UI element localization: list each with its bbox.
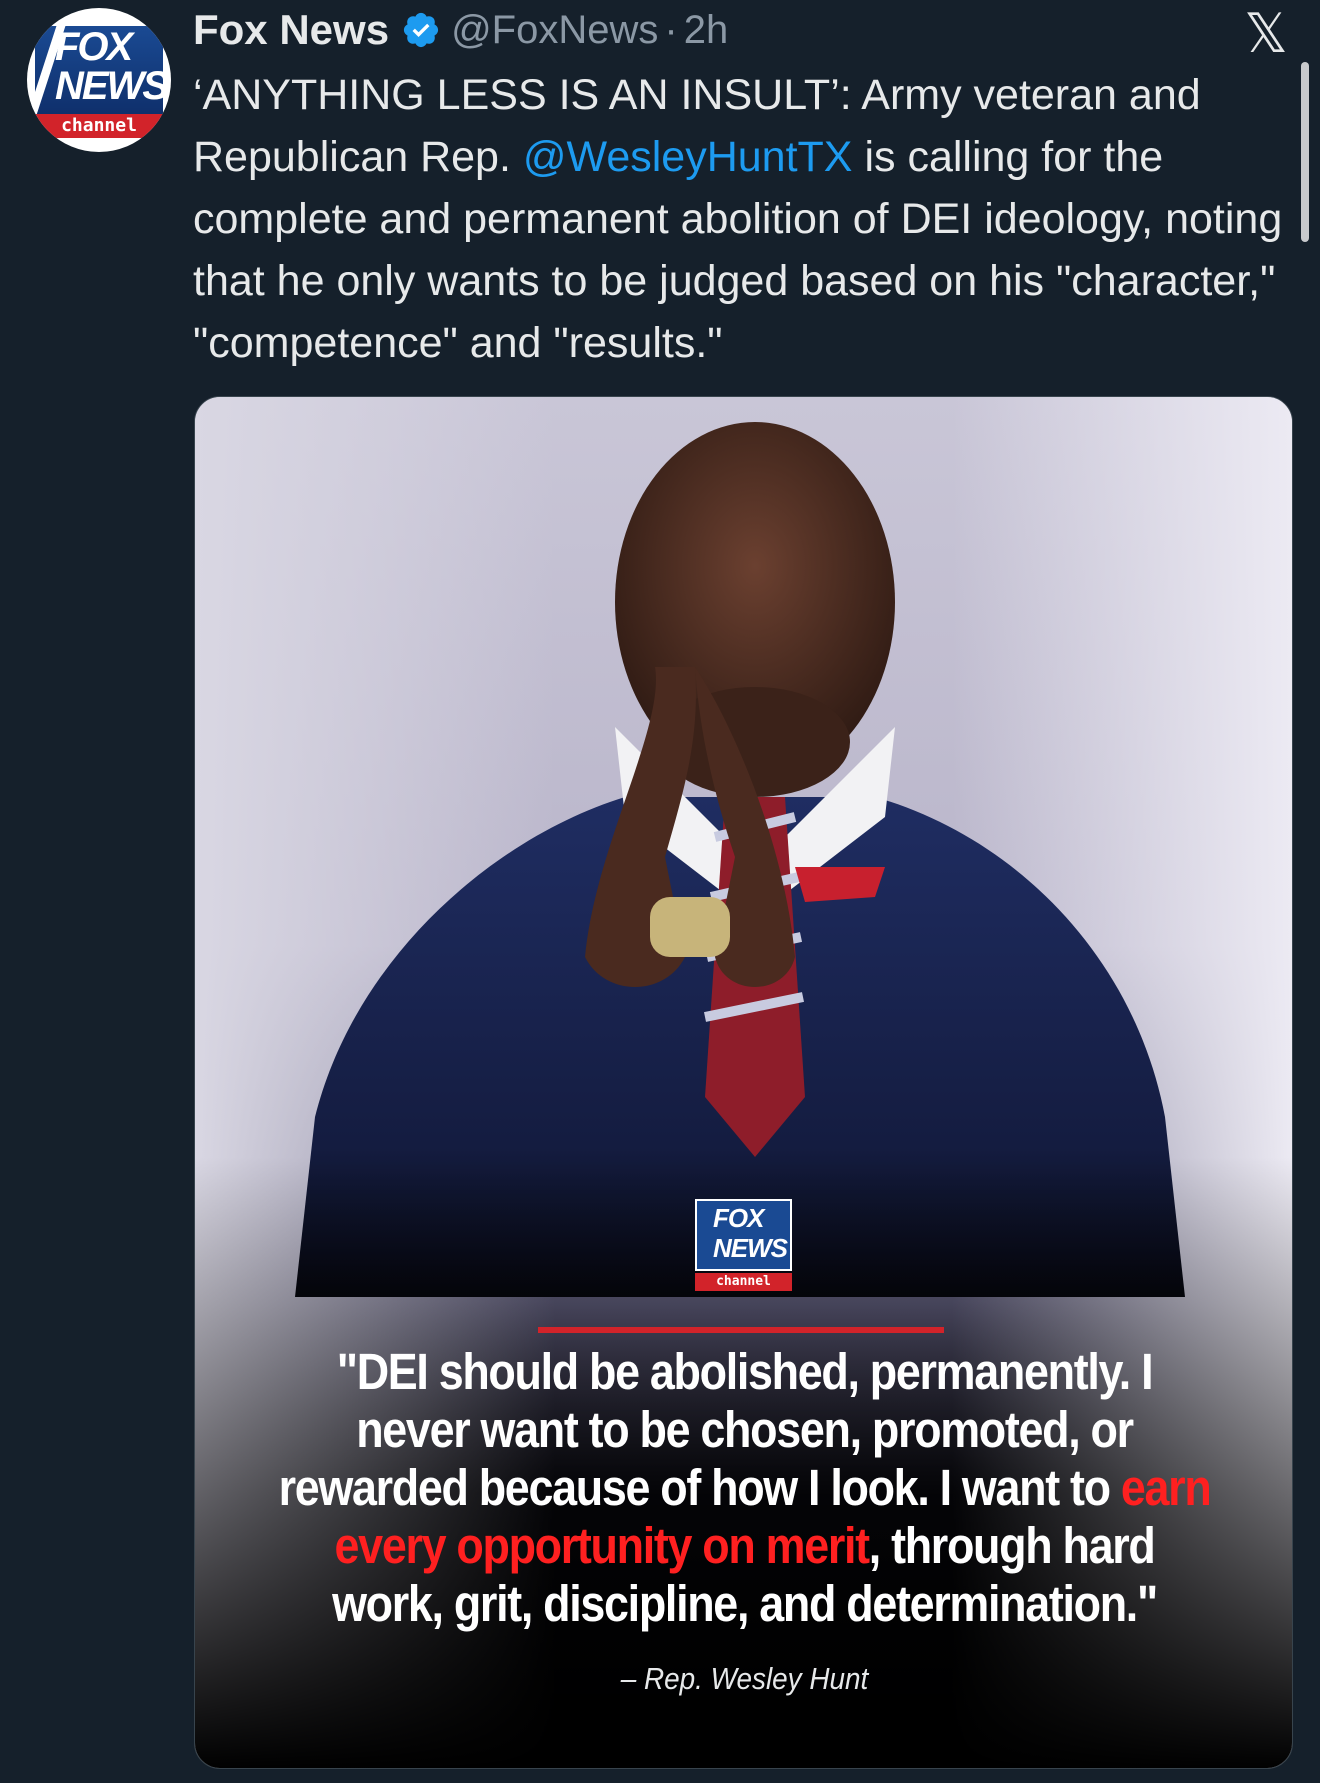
tweet-media-image[interactable]: FOX NEWS channel "DEI should be abolishe… bbox=[194, 396, 1293, 1769]
tweet-text: ‘ANYTHING LESS IS AN INSULT’: Army veter… bbox=[193, 64, 1303, 374]
watermark-logo-fox: FOX bbox=[713, 1203, 764, 1233]
x-logo-icon[interactable]: 𝕏 bbox=[1240, 7, 1292, 61]
pocket-square bbox=[795, 867, 885, 902]
image-quote: "DEI should be abolished, permanently. I… bbox=[278, 1343, 1212, 1633]
watermark-logo-news: NEWS bbox=[713, 1233, 788, 1263]
avatar-logo-channel: channel bbox=[35, 114, 163, 138]
watermark-logo-channel: channel bbox=[695, 1273, 792, 1291]
tweet-header: Fox News @FoxNews · 2h bbox=[193, 4, 728, 56]
author-avatar[interactable]: FOX NEWS channel bbox=[27, 8, 171, 152]
author-display-name[interactable]: Fox News bbox=[193, 6, 389, 54]
verified-badge-icon[interactable] bbox=[401, 10, 441, 50]
avatar-logo-news: NEWS bbox=[55, 64, 169, 108]
header-separator: · bbox=[664, 7, 678, 52]
quote-part1: "DEI should be abolished, permanently. I… bbox=[278, 1343, 1154, 1516]
avatar-logo-fox: FOX bbox=[55, 25, 133, 69]
tweet-view: FOX NEWS channel Fox News @FoxNews · 2h … bbox=[0, 0, 1320, 1783]
tweet-timestamp[interactable]: 2h bbox=[684, 8, 729, 53]
watch bbox=[650, 897, 730, 957]
fox-news-watermark-logo: FOX NEWS channel bbox=[695, 1199, 792, 1293]
author-handle[interactable]: @FoxNews bbox=[451, 8, 658, 53]
mention-link[interactable]: @WesleyHuntTX bbox=[523, 133, 853, 181]
quote-divider bbox=[538, 1327, 944, 1333]
quote-attribution: – Rep. Wesley Hunt bbox=[620, 1661, 869, 1696]
